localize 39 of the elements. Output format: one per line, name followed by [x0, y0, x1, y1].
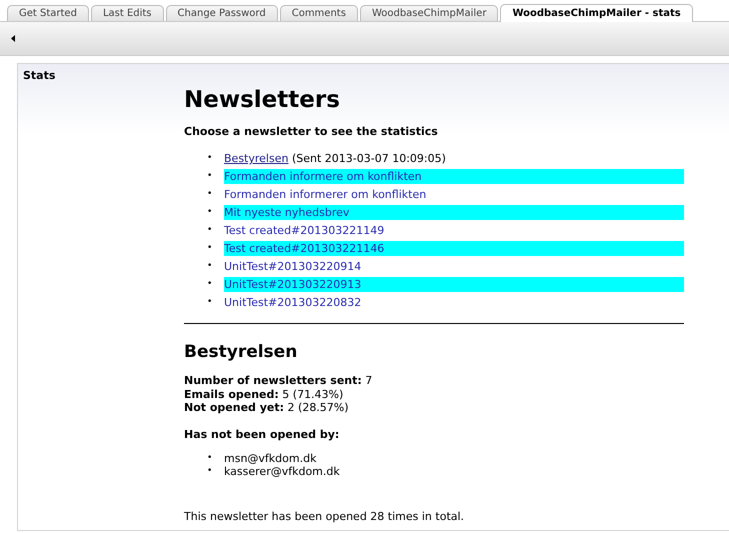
tab[interactable]: WoodbaseChimpMailer - stats [500, 4, 693, 22]
newsletter-link[interactable]: Test created#201303221146 [224, 242, 384, 255]
newsletter-link[interactable]: Bestyrelsen [224, 152, 288, 165]
email-address: msn@vfkdom.dk [224, 452, 316, 465]
bullet: • [207, 278, 214, 291]
newsletter-link[interactable]: Formanden informerer om konflikten [224, 188, 426, 201]
panel-label: Stats [23, 69, 56, 82]
newsletter-link[interactable]: UnitTest#201303220914 [224, 260, 362, 273]
bullet: • [207, 224, 214, 237]
stat-line: Not opened yet: 2 (28.57%) [184, 401, 350, 414]
page-title: Newsletters [184, 86, 341, 115]
stat-line: Number of newsletters sent: 7 [184, 374, 374, 388]
bullet: • [207, 170, 214, 183]
bullet: • [207, 296, 214, 309]
email-address: kasserer@vfkdom.dk [224, 465, 340, 478]
newsletter-link[interactable]: Test created#201303221149 [224, 224, 384, 237]
intro-text: Choose a newsletter to see the statistics [184, 125, 439, 139]
newsletter-link[interactable]: Mit nyeste nyhedsbrev [224, 206, 350, 219]
bullet: • [207, 152, 214, 165]
caret-icon[interactable] [11, 35, 15, 42]
sent-info: (Sent 2013-03-07 10:09:05) [292, 152, 446, 165]
total-text: This newsletter has been opened 28 times in total. [184, 510, 466, 522]
bullet: • [207, 452, 214, 464]
bullet: • [207, 188, 214, 201]
tab[interactable]: Get Started [7, 5, 89, 21]
tab[interactable]: Last Edits [90, 5, 164, 21]
bullet: • [207, 206, 214, 219]
tab[interactable]: Comments [280, 5, 358, 21]
tab[interactable]: Change Password [166, 5, 278, 21]
bullet: • [207, 465, 214, 478]
stat-line: Emails opened: 5 (71.43%) [184, 388, 344, 401]
section-heading: Has not been opened by: [184, 428, 340, 440]
bullet: • [207, 242, 214, 255]
newsletter-link[interactable]: UnitTest#201303220832 [224, 296, 362, 309]
newsletter-link[interactable]: Formanden informere om konflikten [224, 170, 422, 183]
newsletter-link[interactable]: UnitTest#201303220913 [224, 278, 362, 291]
bullet: • [207, 260, 214, 273]
detail-title: Bestyrelsen [184, 342, 298, 362]
tab[interactable]: WoodbaseChimpMailer [360, 5, 498, 21]
